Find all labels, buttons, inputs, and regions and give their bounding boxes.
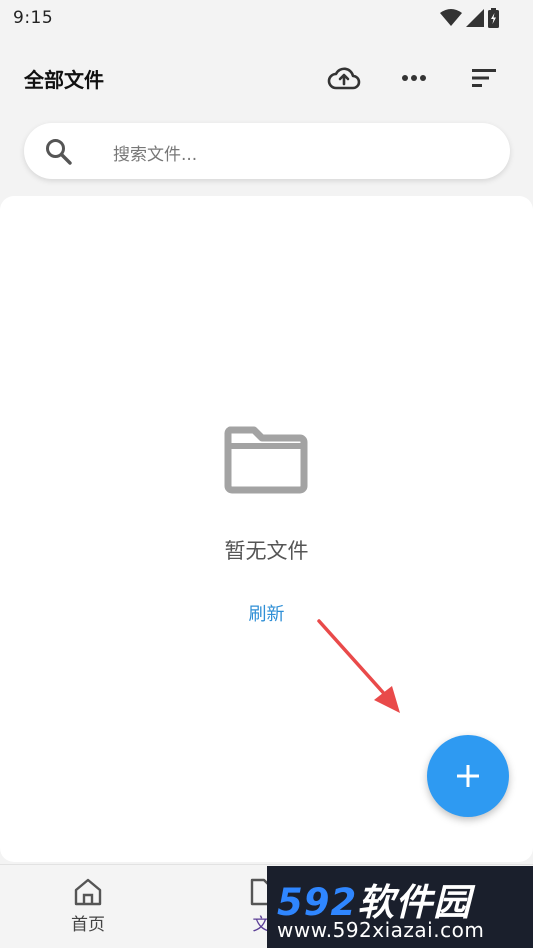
search-input[interactable]: 搜索文件... <box>24 123 510 179</box>
add-file-button[interactable] <box>427 735 509 817</box>
sort-icon <box>472 69 496 87</box>
folder-icon <box>224 426 308 494</box>
battery-icon <box>488 8 499 28</box>
empty-message: 暂无文件 <box>224 539 309 563</box>
cloud-upload-icon <box>327 67 361 90</box>
wifi-icon <box>440 9 462 26</box>
nav-label-home: 首页 <box>71 915 105 935</box>
status-time: 9:15 <box>13 8 54 28</box>
watermark: 592软件园 www.592xiazai.com <box>267 866 533 948</box>
more-button[interactable] <box>394 58 434 98</box>
watermark-url: www.592xiazai.com <box>277 918 485 942</box>
page-title: 全部文件 <box>24 68 104 92</box>
more-icon <box>402 75 426 81</box>
signal-icon <box>466 9 484 27</box>
search-icon <box>46 139 72 165</box>
search-placeholder: 搜索文件... <box>113 145 198 165</box>
add-icon <box>457 765 479 787</box>
home-icon <box>74 878 102 906</box>
sort-button[interactable] <box>464 58 504 98</box>
refresh-link[interactable]: 刷新 <box>0 600 533 626</box>
status-bar: 9:15 <box>0 0 533 36</box>
status-icons <box>440 8 499 28</box>
refresh-label: 刷新 <box>248 604 285 625</box>
cloud-upload-button[interactable] <box>324 58 364 98</box>
nav-item-home[interactable]: 首页 <box>38 865 138 948</box>
app-bar: 全部文件 <box>0 48 533 106</box>
